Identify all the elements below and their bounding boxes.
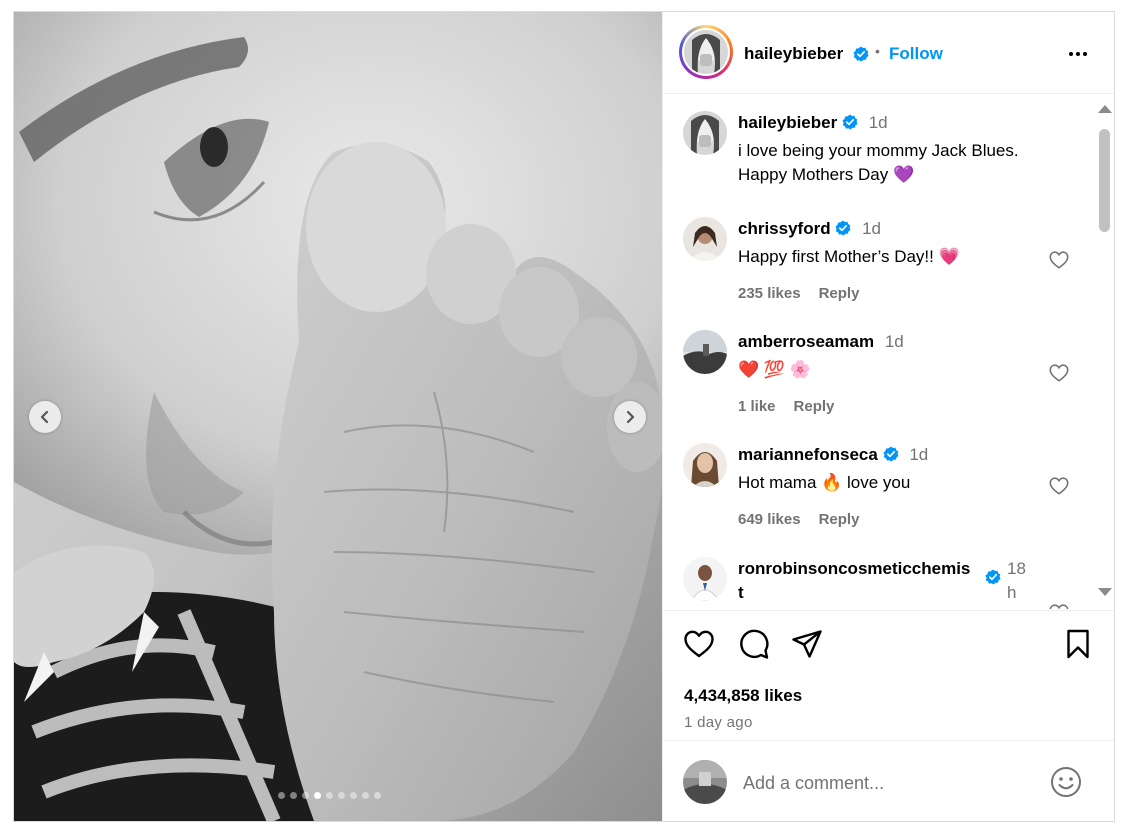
- viewer-avatar: [683, 760, 727, 804]
- carousel-indicator: [278, 792, 381, 799]
- comment-time[interactable]: 1d: [909, 445, 928, 464]
- author-username[interactable]: haileybieber: [744, 44, 843, 64]
- comment-item: mariannefonseca 1d Hot mama 🔥 love you 6…: [663, 443, 1093, 543]
- author-story-ring[interactable]: [679, 25, 733, 79]
- like-heart-icon[interactable]: [682, 627, 716, 661]
- comment-username[interactable]: amberroseamam: [738, 332, 874, 351]
- post-timestamp[interactable]: 1 day ago: [684, 714, 753, 731]
- header-separator: •: [875, 43, 880, 59]
- comment-username-line: mariannefonseca 1d: [738, 445, 928, 465]
- more-icon: [1069, 52, 1073, 56]
- comment-icon[interactable]: [737, 627, 771, 661]
- bookmark-icon[interactable]: [1061, 627, 1095, 661]
- scroll-up-arrow[interactable]: [1098, 105, 1112, 113]
- post-photo: [14, 12, 662, 821]
- caption-username-line: haileybieber 1d: [738, 113, 888, 133]
- comment-username-line: amberroseamam 1d: [738, 332, 904, 352]
- post-dialog: haileybieber • Follow haileybieber 1d i …: [13, 11, 1115, 822]
- comment-username-wrap[interactable]: t: [738, 583, 744, 602]
- heart-icon[interactable]: [1048, 362, 1070, 384]
- comment-username[interactable]: mariannefonseca: [738, 445, 878, 464]
- verified-icon: [853, 46, 869, 62]
- post-side-panel: haileybieber • Follow haileybieber 1d i …: [662, 12, 1114, 821]
- verified-icon: [835, 220, 851, 236]
- follow-button[interactable]: Follow: [889, 44, 943, 64]
- carousel-dot: [326, 792, 333, 799]
- carousel-dot: [278, 792, 285, 799]
- heart-icon[interactable]: [1048, 249, 1070, 271]
- comment-username[interactable]: chrissyford: [738, 219, 831, 238]
- carousel-dot-active: [314, 792, 321, 799]
- caption-text: i love being your mommy Jack Blues. Happ…: [738, 139, 1019, 187]
- caption-line: Happy Mothers Day 💜: [738, 165, 915, 184]
- chevron-right-icon: [626, 410, 635, 424]
- author-avatar[interactable]: [683, 111, 727, 155]
- comment-likes[interactable]: 649 likes: [738, 511, 801, 528]
- post-header: haileybieber • Follow: [663, 12, 1114, 94]
- comment-text: Happy first Mother’s Day!! 💗: [738, 247, 960, 266]
- carousel-dot: [374, 792, 381, 799]
- comment-time-part: 18: [1007, 559, 1026, 578]
- comment-username-line: chrissyford 1d: [738, 219, 881, 239]
- comments-list[interactable]: haileybieber 1d i love being your mommy …: [663, 95, 1093, 609]
- reply-button[interactable]: Reply: [819, 285, 860, 302]
- more-options-button[interactable]: [1065, 44, 1091, 64]
- add-comment-bar: [663, 740, 1114, 821]
- reply-button[interactable]: Reply: [794, 398, 835, 415]
- caption-username[interactable]: haileybieber: [738, 113, 837, 132]
- carousel-next-button[interactable]: [614, 401, 646, 433]
- comment-item: ronrobinsoncosmeticchemis t 18 h: [663, 557, 1093, 609]
- comment-time[interactable]: 18 h: [1007, 557, 1026, 605]
- carousel-prev-button[interactable]: [29, 401, 61, 433]
- verified-icon: [883, 446, 899, 462]
- heart-icon[interactable]: [1048, 602, 1070, 609]
- comment-item: chrissyford 1d Happy first Mother’s Day!…: [663, 217, 1093, 317]
- post-actions: 4,434,858 likes 1 day ago: [663, 610, 1114, 740]
- more-icon-dot: [1083, 52, 1087, 56]
- scroll-down-arrow[interactable]: [1098, 588, 1112, 596]
- commenter-avatar[interactable]: [683, 217, 727, 261]
- carousel-dot: [302, 792, 309, 799]
- comment-text: ❤️ 💯 🌸: [738, 360, 811, 379]
- likes-count[interactable]: 4,434,858 likes: [684, 686, 802, 706]
- verified-icon: [985, 569, 1001, 585]
- reply-button[interactable]: Reply: [819, 511, 860, 528]
- emoji-icon[interactable]: [1049, 765, 1083, 799]
- carousel-dot: [350, 792, 357, 799]
- comment-meta: 649 likes Reply: [738, 511, 859, 528]
- comment-text: Hot mama 🔥 love you: [738, 473, 911, 492]
- carousel-dot: [362, 792, 369, 799]
- author-avatar: [684, 30, 728, 74]
- chevron-left-icon: [40, 410, 49, 424]
- post-caption: haileybieber 1d i love being your mommy …: [663, 111, 1093, 201]
- comment-time[interactable]: 1d: [885, 332, 904, 351]
- comment-time[interactable]: 1d: [862, 219, 881, 238]
- comment-time-wrap: h: [1007, 583, 1017, 602]
- verified-icon: [842, 114, 858, 130]
- carousel-dot: [290, 792, 297, 799]
- comment-item: amberroseamam 1d ❤️ 💯 🌸 1 like Reply: [663, 330, 1093, 430]
- comment-meta: 1 like Reply: [738, 398, 834, 415]
- comment-likes[interactable]: 1 like: [738, 398, 776, 415]
- commenter-avatar[interactable]: [683, 330, 727, 374]
- commenter-avatar[interactable]: [683, 443, 727, 487]
- heart-icon[interactable]: [1048, 475, 1070, 497]
- caption-time[interactable]: 1d: [869, 113, 888, 132]
- caption-line: i love being your mommy Jack Blues.: [738, 141, 1019, 160]
- comment-likes[interactable]: 235 likes: [738, 285, 801, 302]
- comment-meta: 235 likes Reply: [738, 285, 859, 302]
- comment-username-line: ronrobinsoncosmeticchemis t: [738, 557, 978, 605]
- post-media[interactable]: [14, 12, 662, 821]
- share-icon[interactable]: [790, 627, 824, 661]
- comment-username[interactable]: ronrobinsoncosmeticchemis: [738, 559, 970, 578]
- commenter-avatar[interactable]: [683, 557, 727, 601]
- more-icon-dot: [1076, 52, 1080, 56]
- add-comment-input[interactable]: [743, 769, 1033, 797]
- carousel-dot: [338, 792, 345, 799]
- comments-scrollbar[interactable]: [1093, 95, 1114, 609]
- scroll-thumb[interactable]: [1099, 129, 1110, 232]
